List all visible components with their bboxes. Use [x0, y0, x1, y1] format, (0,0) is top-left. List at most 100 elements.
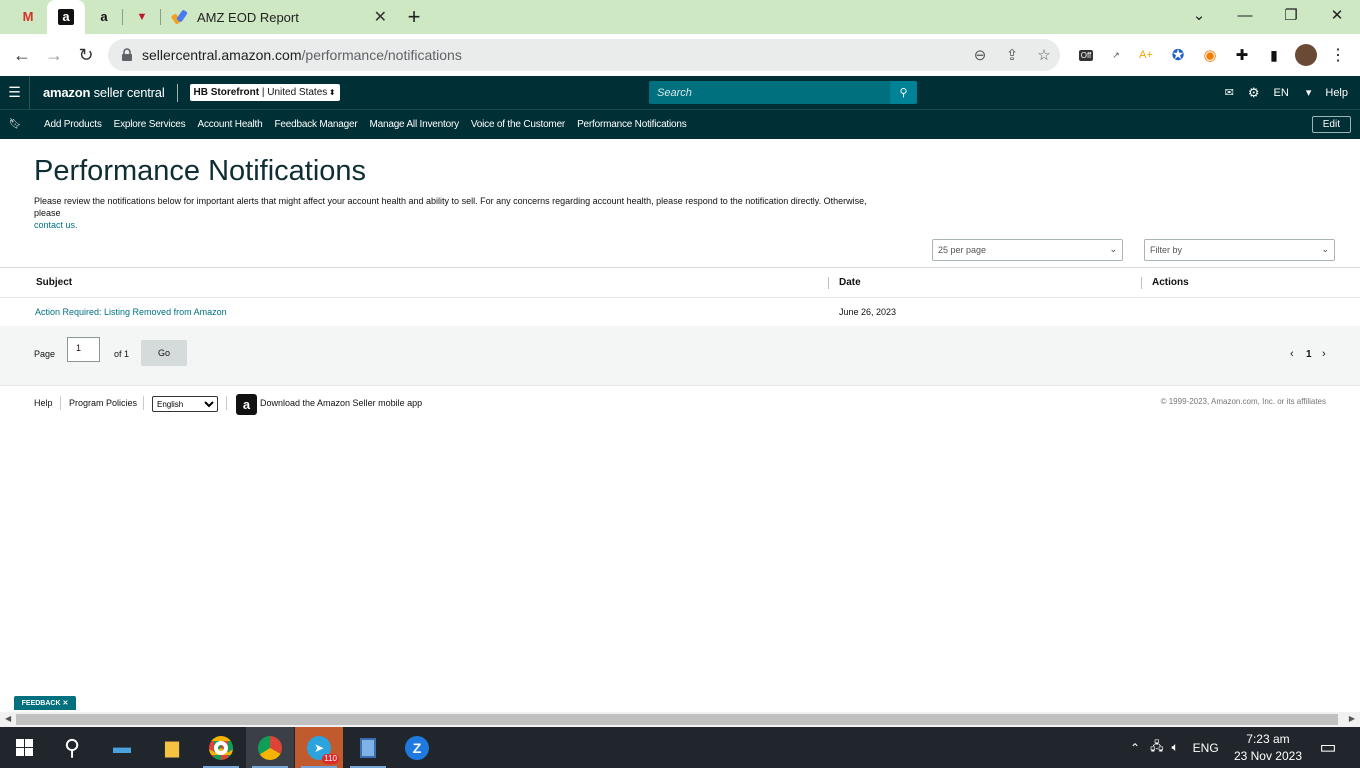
extension-blue[interactable]: ✪: [1166, 44, 1190, 66]
go-button[interactable]: Go: [141, 340, 187, 366]
column-subject[interactable]: Subject: [36, 277, 72, 288]
browser-toolbar: ← → ↻ sellercentral.amazon.com/performan…: [0, 34, 1360, 76]
extension-off[interactable]: Off: [1074, 44, 1098, 66]
footer-language-select[interactable]: English: [152, 396, 218, 412]
amazon-app-icon[interactable]: a: [236, 394, 257, 415]
notification-subject-link[interactable]: Action Required: Listing Removed from Am…: [35, 307, 227, 317]
footer-help-link[interactable]: Help: [34, 398, 53, 408]
tab-amz-eod-report[interactable]: AMZ EOD Report ✕: [161, 0, 397, 34]
help-link[interactable]: Help: [1325, 87, 1348, 99]
shield-icon: ▼: [136, 11, 148, 23]
extensions-button[interactable]: ✚: [1230, 44, 1254, 66]
taskbar-desktop-app[interactable]: ▬: [98, 727, 146, 768]
taskbar-calculator[interactable]: [344, 727, 392, 768]
current-page-number[interactable]: 1: [1306, 349, 1312, 360]
taskbar-chrome-profile[interactable]: [246, 727, 294, 768]
new-tab-button[interactable]: +: [397, 0, 431, 34]
network-icon[interactable]: 🖧︎: [1150, 737, 1163, 758]
extension-loginout[interactable]: ↗: [1104, 44, 1128, 66]
nav-voice-of-the-customer[interactable]: Voice of the Customer: [471, 119, 565, 130]
mail-icon[interactable]: ✉: [1225, 86, 1234, 99]
clock-time: 7:23 am: [1246, 732, 1290, 746]
hamburger-menu-button[interactable]: ☰: [0, 76, 30, 109]
notification-date: June 26, 2023: [839, 307, 897, 317]
nav-account-health[interactable]: Account Health: [197, 119, 262, 130]
back-button[interactable]: ←: [6, 39, 38, 71]
zalo-icon: Z: [405, 735, 429, 760]
calculator-icon: [360, 737, 376, 758]
monitor-icon: ▬: [113, 737, 131, 757]
language-indicator[interactable]: ENG: [1193, 741, 1219, 755]
seller-central-logo[interactable]: amazon seller central: [43, 85, 165, 100]
filter-select[interactable]: Filter by ⌄: [1144, 239, 1335, 261]
footer-divider: [60, 396, 61, 410]
tab-amazon-active[interactable]: a: [47, 0, 85, 34]
scroll-left-icon[interactable]: ◀: [5, 714, 11, 723]
close-window-button[interactable]: ✕: [1314, 0, 1360, 30]
taskbar-telegram[interactable]: ➤ 110: [295, 727, 343, 768]
seller-central-header: ☰ amazon seller central HB Storefront | …: [0, 76, 1360, 109]
chrome-icon: [258, 735, 282, 760]
page-footer: Help Program Policies English a Download…: [0, 394, 1360, 418]
prev-page-icon[interactable]: ‹: [1290, 348, 1294, 360]
nav-feedback-manager[interactable]: Feedback Manager: [275, 119, 358, 130]
store-switcher[interactable]: HB Storefront | United States ⬍: [189, 84, 340, 101]
profile-button[interactable]: [1294, 44, 1318, 66]
reload-button[interactable]: ↻: [70, 39, 102, 71]
taskbar-zalo[interactable]: Z: [393, 727, 441, 768]
extension-orange[interactable]: ◉: [1198, 44, 1222, 66]
nav-explore-services[interactable]: Explore Services: [114, 119, 186, 130]
puzzle-icon: ✚: [1235, 47, 1249, 64]
search-input[interactable]: Search: [649, 81, 890, 104]
close-icon[interactable]: ✕: [62, 699, 68, 707]
per-page-select[interactable]: 25 per page ⌄: [932, 239, 1123, 261]
footer-program-policies-link[interactable]: Program Policies: [69, 398, 137, 408]
share-button[interactable]: ⇪: [996, 39, 1028, 71]
start-button[interactable]: [0, 727, 48, 768]
bookmark-star-button[interactable]: ☆: [1028, 39, 1060, 71]
nav-performance-notifications[interactable]: Performance Notifications: [577, 119, 687, 130]
browser-menu-button[interactable]: ⋮: [1326, 44, 1350, 66]
taskbar-chrome[interactable]: [197, 727, 245, 768]
tab-amazon[interactable]: a: [85, 0, 123, 34]
forward-button[interactable]: →: [38, 39, 70, 71]
chevron-up-icon[interactable]: ⌃: [1130, 741, 1140, 755]
taskbar-search-button[interactable]: ⚲: [48, 727, 96, 768]
contact-us-link[interactable]: contact us.: [34, 220, 78, 230]
minimize-button[interactable]: —: [1222, 0, 1268, 30]
download-app-link[interactable]: Download the Amazon Seller mobile app: [260, 398, 422, 408]
tab-shield[interactable]: ▼: [123, 0, 161, 34]
address-bar[interactable]: sellercentral.amazon.com/performance/not…: [108, 39, 1060, 71]
scroll-right-icon[interactable]: ▶: [1349, 714, 1355, 723]
volume-icon[interactable]: 🔈︎: [1171, 740, 1178, 755]
back-arrow-icon: ←: [13, 44, 31, 65]
tab-gmail[interactable]: M: [9, 0, 47, 34]
extension-scout[interactable]: A+: [1134, 44, 1158, 66]
close-tab-icon[interactable]: ✕: [374, 7, 387, 27]
chevron-down-icon: ⌄: [1321, 244, 1329, 254]
notification-center-button[interactable]: ▭: [1306, 727, 1350, 768]
system-clock[interactable]: 7:23 am 23 Nov 2023: [1234, 731, 1302, 765]
side-panel-button[interactable]: ▮: [1262, 44, 1286, 66]
bookmark-icon[interactable]: 🔖︎: [0, 119, 30, 130]
taskbar-file-explorer[interactable]: ▆: [148, 727, 196, 768]
search-button[interactable]: ⚲: [890, 81, 917, 104]
column-date[interactable]: Date: [839, 277, 861, 288]
filter-placeholder: Filter by: [1150, 245, 1183, 255]
page-number-input[interactable]: 1: [67, 337, 100, 362]
gear-icon[interactable]: ⚙: [1248, 85, 1260, 101]
restore-button[interactable]: ❐: [1268, 0, 1314, 30]
next-page-icon[interactable]: ›: [1322, 348, 1326, 360]
notifications-table: Subject Date Actions Action Required: Li…: [0, 267, 1360, 328]
blue-extension-icon: ✪: [1171, 47, 1185, 64]
edit-nav-button[interactable]: Edit: [1311, 116, 1351, 133]
feedback-button[interactable]: FEEDBACK ✕: [14, 696, 76, 710]
nav-manage-all-inventory[interactable]: Manage All Inventory: [369, 119, 459, 130]
avatar: [1295, 44, 1317, 66]
horizontal-scrollbar[interactable]: ◀ ▶: [0, 712, 1360, 727]
language-selector[interactable]: EN ▾: [1274, 86, 1312, 99]
scrollbar-thumb[interactable]: [16, 714, 1338, 725]
nav-add-products[interactable]: Add Products: [44, 119, 102, 130]
zoom-button[interactable]: ⊖: [964, 39, 996, 71]
tab-search-button[interactable]: ⌄: [1176, 0, 1222, 30]
